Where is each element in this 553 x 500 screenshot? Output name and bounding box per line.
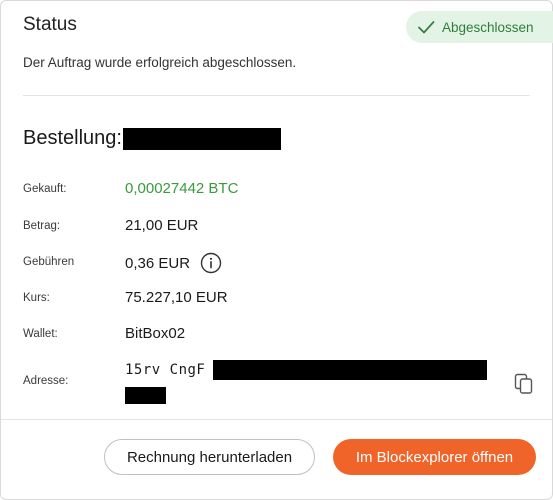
address-label: Adresse: bbox=[23, 375, 69, 387]
wallet-value: BitBox02 bbox=[125, 325, 186, 342]
wallet-label: Wallet: bbox=[23, 328, 58, 340]
order-label: Bestellung: bbox=[23, 127, 122, 149]
amount-value: 21,00 EUR bbox=[125, 217, 199, 234]
rate-label: Kurs: bbox=[23, 292, 50, 304]
bought-value: 0,00027442 BTC bbox=[125, 180, 239, 197]
status-dialog: Status Abgeschlossen Der Auftrag wurde e… bbox=[0, 0, 553, 500]
rate-value: 75.227,10 EUR bbox=[125, 289, 228, 306]
header-divider bbox=[23, 95, 530, 96]
address-value: 15rv CngF bbox=[125, 362, 206, 378]
dialog-title: Status bbox=[23, 14, 77, 35]
footer-divider bbox=[1, 419, 552, 420]
download-invoice-button[interactable]: Rechnung herunterladen bbox=[104, 439, 315, 475]
fees-label: Gebühren bbox=[23, 256, 75, 268]
status-message: Der Auftrag wurde erfolgreich abgeschlos… bbox=[23, 55, 297, 70]
order-title: Bestellung: bbox=[23, 127, 281, 150]
address-redaction-line2 bbox=[125, 387, 166, 404]
info-icon[interactable] bbox=[200, 252, 222, 274]
copy-icon[interactable] bbox=[514, 373, 534, 395]
status-badge-label: Abgeschlossen bbox=[442, 19, 534, 35]
fees-value: 0,36 EUR bbox=[125, 254, 191, 272]
amount-label: Betrag: bbox=[23, 220, 61, 232]
address-redaction-line1 bbox=[213, 360, 487, 380]
open-blockexplorer-button[interactable]: Im Blockexplorer öffnen bbox=[333, 439, 536, 475]
checkmark-icon bbox=[418, 21, 435, 34]
fees-row: 0,36 EUR bbox=[125, 252, 222, 274]
bought-label: Gekauft: bbox=[23, 183, 67, 195]
status-badge: Abgeschlossen bbox=[406, 11, 553, 43]
order-id-redaction bbox=[122, 127, 281, 150]
